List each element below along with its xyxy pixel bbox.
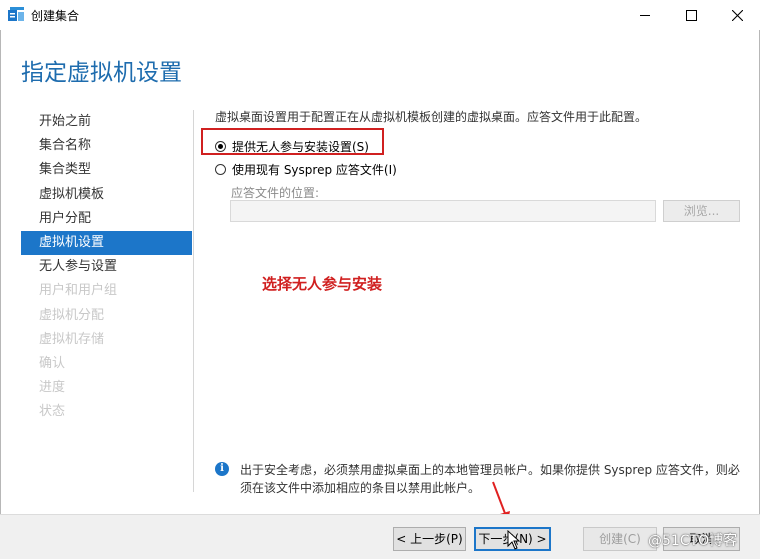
nav-item-2[interactable]: 集合类型 — [21, 158, 192, 182]
title-bar: 创建集合 — [0, 0, 760, 30]
maximize-icon — [685, 9, 697, 21]
nav-item-1[interactable]: 集合名称 — [21, 134, 192, 158]
browse-button[interactable]: 浏览... — [663, 200, 740, 222]
nav-item-7: 用户和用户组 — [39, 283, 118, 299]
previous-button[interactable]: < 上一步(P) — [393, 527, 466, 551]
minimize-icon — [640, 14, 650, 16]
nav-divider — [193, 110, 194, 492]
minimize-button[interactable] — [622, 0, 668, 30]
window-title: 创建集合 — [31, 9, 80, 23]
nav-item-12: 状态 — [39, 404, 66, 420]
nav-item-8: 虚拟机分配 — [39, 307, 105, 323]
info-icon: i — [215, 462, 229, 476]
answer-file-label: 应答文件的位置: — [231, 186, 320, 200]
nav-item-5[interactable]: 虚拟机设置 — [21, 230, 192, 256]
radio-sysprep-option[interactable]: 使用现有 Sysprep 应答文件(I) — [215, 161, 397, 178]
page-title: 指定虚拟机设置 — [21, 60, 182, 86]
annotation-text: 选择无人参与安装 — [262, 275, 383, 293]
watermark: @51CTO博客 — [648, 533, 738, 549]
nav-item-6[interactable]: 无人参与设置 — [21, 255, 192, 279]
wizard-nav: 开始之前 集合名称 集合类型 虚拟机模板 用户分配 虚拟机设置 无人参与设置用户和用户组 虚拟… — [21, 110, 192, 424]
radio-sysprep[interactable] — [215, 164, 226, 175]
nav-item-4[interactable]: 用户分配 — [21, 207, 192, 231]
create-button[interactable]: 创建(C) — [583, 527, 657, 551]
radio-sysprep-label[interactable]: 使用现有 Sysprep 应答文件(I) — [232, 161, 397, 178]
annotation-highlight-box — [201, 128, 384, 155]
nav-item-9: 虚拟机存储 — [39, 331, 105, 347]
close-button[interactable] — [714, 0, 760, 30]
maximize-button[interactable] — [668, 0, 714, 30]
close-icon — [731, 9, 743, 21]
answer-file-input[interactable] — [230, 200, 656, 222]
nav-item-0[interactable]: 开始之前 — [21, 110, 192, 134]
nav-item-10: 确认 — [39, 355, 66, 371]
nav-item-11: 进度 — [39, 380, 66, 396]
mouse-cursor-icon — [507, 530, 521, 550]
server-manager-icon — [8, 7, 24, 21]
intro-text: 虚拟桌面设置用于配置正在从虚拟机模板创建的虚拟桌面。应答文件用于此配置。 — [215, 110, 648, 124]
nav-item-3[interactable]: 虚拟机模板 — [21, 183, 192, 207]
